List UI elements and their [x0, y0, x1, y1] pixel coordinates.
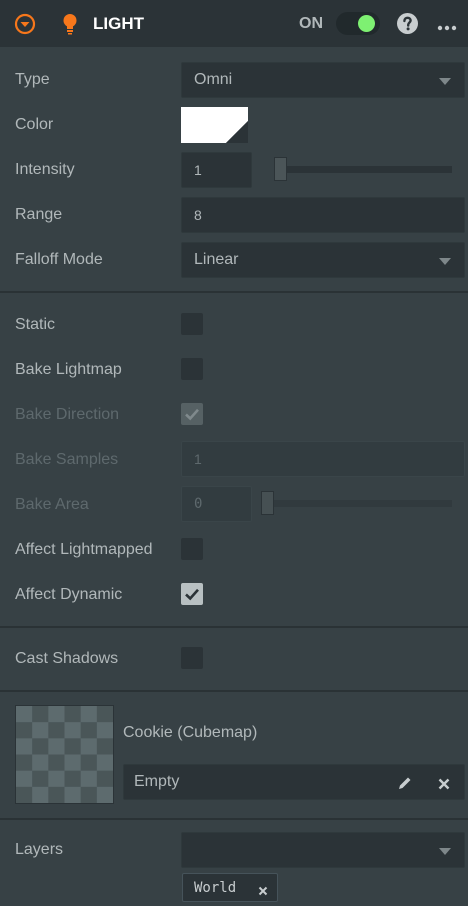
- color-label: Color: [15, 116, 54, 133]
- panel-title: LIGHT: [93, 14, 144, 33]
- bake-area-label: Bake Area: [15, 496, 89, 513]
- bake-samples-input: 1: [181, 441, 465, 477]
- intensity-label: Intensity: [15, 161, 75, 178]
- intensity-slider-handle[interactable]: [274, 157, 287, 181]
- bake-samples-value: 1: [194, 451, 202, 467]
- close-icon[interactable]: [438, 777, 450, 790]
- type-select-value: Omni: [194, 71, 233, 88]
- enabled-toggle-label: ON: [299, 15, 323, 32]
- more-icon[interactable]: [437, 19, 457, 31]
- range-label: Range: [15, 206, 63, 223]
- chevron-down-icon: [439, 258, 451, 265]
- bake-direction-checkbox: [181, 403, 203, 425]
- type-label: Type: [15, 71, 50, 88]
- bake-area-slider-track: [261, 500, 452, 507]
- help-icon[interactable]: [397, 13, 418, 34]
- color-swatch[interactable]: [181, 107, 248, 143]
- bake-lightmap-label: Bake Lightmap: [15, 361, 122, 378]
- cast-shadows-label: Cast Shadows: [15, 650, 119, 667]
- section-divider: [0, 626, 468, 628]
- close-icon[interactable]: [258, 883, 268, 896]
- affect-lightmapped-checkbox[interactable]: [181, 538, 203, 560]
- layer-tag[interactable]: World: [182, 873, 278, 902]
- cookie-asset-value: Empty: [134, 773, 180, 790]
- section-divider: [0, 690, 468, 692]
- bake-area-value: 0: [194, 496, 203, 512]
- chevron-down-icon: [439, 78, 451, 85]
- cookie-asset-field[interactable]: Empty: [123, 764, 465, 800]
- layers-select[interactable]: [181, 832, 465, 868]
- intensity-value: 1: [194, 162, 202, 178]
- range-value: 8: [194, 207, 202, 223]
- edit-icon[interactable]: [397, 775, 413, 791]
- intensity-input[interactable]: 1: [181, 152, 252, 188]
- cookie-thumbnail[interactable]: [15, 705, 114, 804]
- bake-area-slider-handle: [261, 491, 274, 515]
- falloff-mode-label: Falloff Mode: [15, 251, 103, 268]
- cookie-label: Cookie (Cubemap): [123, 724, 258, 741]
- light-bulb-icon: [60, 12, 80, 36]
- type-select[interactable]: Omni: [181, 62, 465, 98]
- layer-tag-label: World: [194, 880, 237, 896]
- check-icon: [185, 588, 199, 601]
- affect-dynamic-label: Affect Dynamic: [15, 586, 123, 603]
- bake-area-input: 0: [181, 486, 252, 522]
- falloff-mode-select[interactable]: Linear: [181, 242, 465, 278]
- bake-direction-label: Bake Direction: [15, 406, 120, 423]
- collapse-icon[interactable]: [14, 13, 36, 35]
- affect-dynamic-checkbox[interactable]: [181, 583, 203, 605]
- affect-lightmapped-label: Affect Lightmapped: [15, 541, 153, 558]
- bake-lightmap-checkbox[interactable]: [181, 358, 203, 380]
- falloff-mode-value: Linear: [194, 251, 239, 268]
- range-input[interactable]: 8: [181, 197, 465, 233]
- layers-label: Layers: [15, 841, 64, 858]
- enabled-toggle[interactable]: [336, 12, 380, 35]
- check-icon: [185, 408, 199, 421]
- toggle-knob: [358, 15, 375, 32]
- intensity-slider-track[interactable]: [274, 166, 452, 173]
- checker-pattern: [16, 706, 113, 803]
- static-label: Static: [15, 316, 56, 333]
- section-divider: [0, 291, 468, 293]
- section-divider: [0, 818, 468, 820]
- chevron-down-icon: [439, 848, 451, 855]
- bake-samples-label: Bake Samples: [15, 451, 119, 468]
- cast-shadows-checkbox[interactable]: [181, 647, 203, 669]
- static-checkbox[interactable]: [181, 313, 203, 335]
